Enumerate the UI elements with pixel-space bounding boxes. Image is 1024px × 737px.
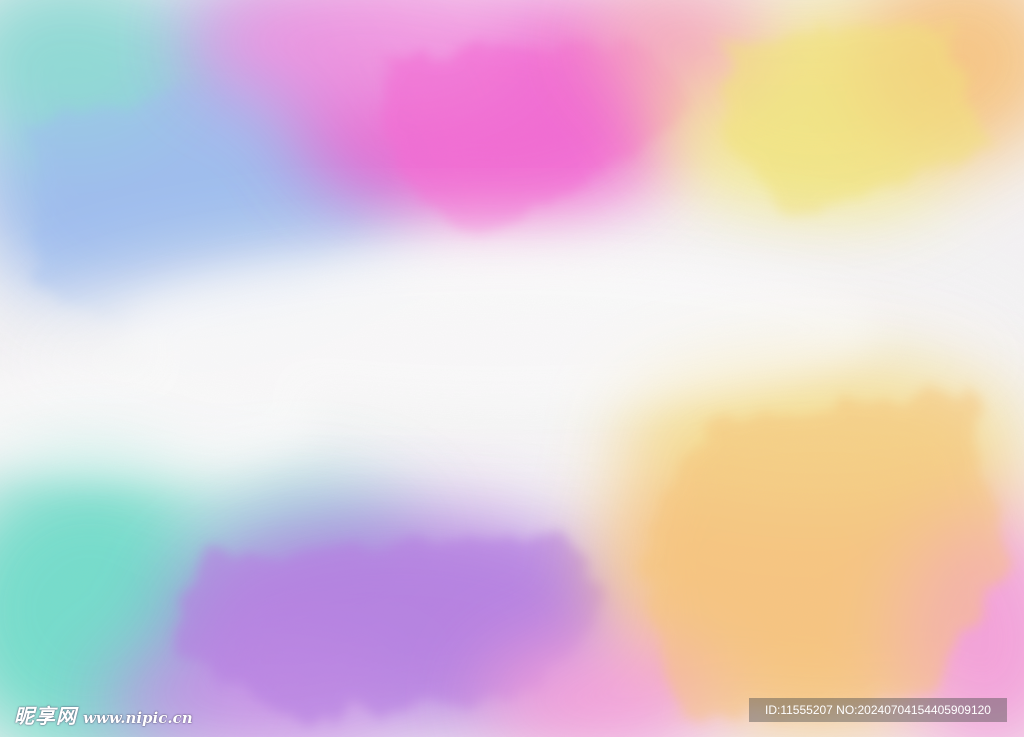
- image-id-badge: ID:11555207 NO:20240704154405909120: [749, 698, 1007, 722]
- watercolor-canvas: 昵享网 www.nipic.cn ID:11555207 NO:20240704…: [0, 0, 1024, 737]
- watermark-url: www.nipic.cn: [83, 709, 193, 727]
- watercolor-background: [0, 0, 1024, 737]
- nipic-watermark: 昵享网 www.nipic.cn: [14, 700, 193, 728]
- watermark-logo-text: 昵享网: [14, 704, 77, 728]
